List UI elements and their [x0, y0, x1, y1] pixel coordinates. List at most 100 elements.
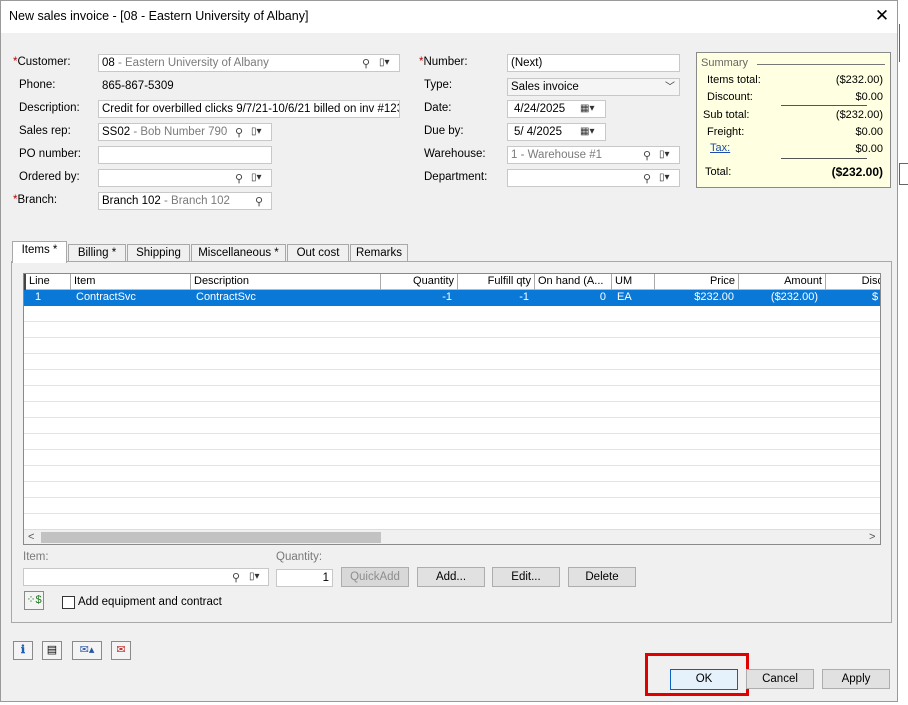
- search-icon[interactable]: ⚲: [255, 194, 263, 209]
- chevron-down-icon[interactable]: ﹀: [665, 80, 675, 95]
- table-row[interactable]: [24, 418, 880, 434]
- tab-billing[interactable]: Billing *: [68, 244, 126, 262]
- items-grid[interactable]: Line Item Description Quantity Fulfill q…: [23, 273, 881, 545]
- sales-rep-code: SS02: [102, 126, 131, 138]
- branch-field[interactable]: Branch 102 - Branch 102 ⚲: [98, 192, 272, 210]
- type-label: Type:: [424, 79, 453, 91]
- due-by-value: 5/ 4/2025: [514, 126, 562, 138]
- table-row[interactable]: [24, 402, 880, 418]
- menu-icon[interactable]: ▯▾: [251, 124, 262, 140]
- tax-link[interactable]: Tax:: [710, 142, 730, 154]
- sub-total-value: ($232.00): [835, 109, 883, 121]
- menu-icon[interactable]: ▯▾: [659, 147, 670, 163]
- email-menu-icon[interactable]: ✉▴: [72, 641, 102, 660]
- table-row[interactable]: [24, 306, 880, 322]
- table-row[interactable]: [24, 322, 880, 338]
- department-field[interactable]: ⚲ ▯▾: [507, 169, 680, 187]
- type-select[interactable]: Sales invoice ﹀: [507, 78, 680, 96]
- branch-label: *Branch:: [13, 194, 58, 206]
- column-header-on-hand[interactable]: On hand (A...: [535, 274, 612, 290]
- horizontal-scrollbar[interactable]: < >: [24, 529, 880, 544]
- background-window-edge: [899, 0, 908, 705]
- sales-rep-field[interactable]: SS02 - Bob Number 790 ⚲ ▯▾: [98, 123, 272, 141]
- close-icon[interactable]: ✕: [871, 5, 893, 27]
- table-row[interactable]: [24, 386, 880, 402]
- search-icon[interactable]: ⚲: [235, 171, 243, 186]
- column-header-description[interactable]: Description: [191, 274, 381, 290]
- search-icon[interactable]: ⚲: [643, 148, 651, 163]
- number-input[interactable]: (Next): [507, 54, 680, 72]
- table-row[interactable]: [24, 466, 880, 482]
- cell-quantity: -1: [442, 291, 452, 303]
- warehouse-field[interactable]: 1 - Warehouse #1 ⚲ ▯▾: [507, 146, 680, 164]
- cell-amount: ($232.00): [770, 291, 818, 303]
- table-row[interactable]: [24, 450, 880, 466]
- number-label: *Number:: [419, 56, 468, 68]
- calendar-icon[interactable]: ▦▾: [580, 124, 594, 140]
- total-label: Total:: [705, 166, 732, 178]
- item-entry-field[interactable]: ⚲ ▯▾: [23, 568, 269, 586]
- column-header-amount[interactable]: Amount: [739, 274, 826, 290]
- title-bar: New sales invoice - [08 - Eastern Univer…: [1, 1, 897, 33]
- column-header-price[interactable]: Price: [655, 274, 739, 290]
- tab-remarks[interactable]: Remarks: [350, 244, 408, 262]
- ordered-by-field[interactable]: ⚲ ▯▾: [98, 169, 272, 187]
- cancel-button[interactable]: Cancel: [746, 669, 814, 689]
- column-header-disc[interactable]: Disc: [826, 274, 880, 290]
- tab-miscellaneous[interactable]: Miscellaneous *: [191, 244, 286, 262]
- customer-field[interactable]: 08 - Eastern University of Albany ⚲ ▯▾: [98, 54, 400, 72]
- table-row[interactable]: [24, 370, 880, 386]
- due-by-picker[interactable]: 5/ 4/2025 ▦▾: [507, 123, 606, 141]
- description-input[interactable]: Credit for overbilled clicks 9/7/21-10/6…: [98, 100, 400, 118]
- document-icon[interactable]: ▤: [42, 641, 62, 660]
- price-list-icon[interactable]: ⁘$: [24, 591, 44, 610]
- column-header-fulfill-qty[interactable]: Fulfill qty: [458, 274, 535, 290]
- items-total-label: Items total:: [707, 74, 761, 86]
- menu-icon[interactable]: ▯▾: [251, 170, 262, 186]
- table-row[interactable]: [24, 498, 880, 514]
- divider: [899, 163, 908, 185]
- window-title: New sales invoice - [08 - Eastern Univer…: [9, 9, 309, 23]
- table-row[interactable]: [24, 338, 880, 354]
- column-header-quantity[interactable]: Quantity: [381, 274, 458, 290]
- menu-icon[interactable]: ▯▾: [379, 55, 390, 71]
- table-row[interactable]: [24, 514, 880, 530]
- column-header-item[interactable]: Item: [71, 274, 191, 290]
- search-icon[interactable]: ⚲: [643, 171, 651, 186]
- apply-button[interactable]: Apply: [822, 669, 890, 689]
- po-number-input[interactable]: [98, 146, 272, 164]
- cell-um: EA: [617, 291, 632, 303]
- table-row[interactable]: [24, 482, 880, 498]
- table-row[interactable]: [24, 434, 880, 450]
- info-icon[interactable]: ℹ: [13, 641, 33, 660]
- sales-rep-name: - Bob Number 790: [130, 126, 228, 138]
- add-button[interactable]: Add...: [417, 567, 485, 587]
- date-picker[interactable]: 4/24/2025 ▦▾: [507, 100, 606, 118]
- menu-icon[interactable]: ▯▾: [249, 569, 260, 585]
- search-icon[interactable]: ⚲: [362, 56, 370, 71]
- tab-out-cost[interactable]: Out cost: [287, 244, 349, 262]
- column-header-line[interactable]: Line: [24, 274, 71, 290]
- quickadd-button[interactable]: QuickAdd: [341, 567, 409, 587]
- search-icon[interactable]: ⚲: [232, 570, 240, 585]
- calendar-icon[interactable]: ▦▾: [580, 101, 594, 117]
- add-equipment-checkbox[interactable]: [62, 596, 75, 609]
- delete-button[interactable]: Delete: [568, 567, 636, 587]
- email-remove-icon[interactable]: ✉: [111, 641, 131, 660]
- chevron-right-icon[interactable]: >: [869, 530, 875, 544]
- tab-items[interactable]: Items *: [12, 241, 67, 263]
- menu-icon[interactable]: ▯▾: [659, 170, 670, 186]
- due-by-label: Due by:: [424, 125, 464, 137]
- sub-total-label: Sub total:: [703, 109, 750, 121]
- column-header-um[interactable]: UM: [612, 274, 655, 290]
- cell-item: ContractSvc: [76, 291, 136, 303]
- search-icon[interactable]: ⚲: [235, 125, 243, 140]
- scrollbar-thumb[interactable]: [41, 532, 381, 543]
- quantity-input[interactable]: 1: [276, 569, 333, 587]
- cell-description: ContractSvc: [196, 291, 256, 303]
- chevron-left-icon[interactable]: <: [28, 530, 34, 544]
- table-row[interactable]: [24, 354, 880, 370]
- table-row[interactable]: 1 ContractSvc ContractSvc -1 -1 0 EA $23…: [24, 290, 880, 306]
- tab-shipping[interactable]: Shipping: [127, 244, 190, 262]
- edit-button[interactable]: Edit...: [492, 567, 560, 587]
